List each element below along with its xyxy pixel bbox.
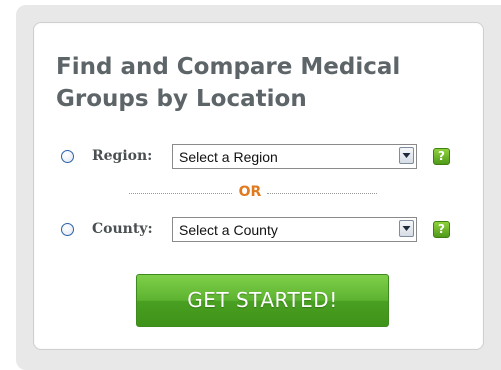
region-row: Region: Select a Region ? [34,144,485,170]
region-select[interactable]: Select a Region [172,144,417,169]
get-started-button[interactable]: GET STARTED! [136,274,389,327]
region-select-value: Select a Region [179,149,278,165]
county-help-icon[interactable]: ? [433,221,450,238]
or-divider: OR [34,184,485,204]
county-row: County: Select a County ? [34,217,485,243]
divider-line-right [267,193,377,194]
chevron-down-icon[interactable] [399,220,414,237]
county-label: County: [92,221,153,237]
county-select[interactable]: Select a County [172,217,417,242]
region-radio[interactable] [61,150,74,163]
region-label: Region: [92,148,153,164]
or-text: OR [238,184,262,200]
divider-line-left [129,193,232,194]
county-radio[interactable] [61,223,74,236]
location-search-card: Find and Compare Medical Groups by Locat… [33,22,484,350]
page-title: Find and Compare Medical Groups by Locat… [56,54,401,112]
region-help-icon[interactable]: ? [433,148,450,165]
chevron-down-icon[interactable] [399,147,414,164]
county-select-value: Select a County [179,222,278,238]
